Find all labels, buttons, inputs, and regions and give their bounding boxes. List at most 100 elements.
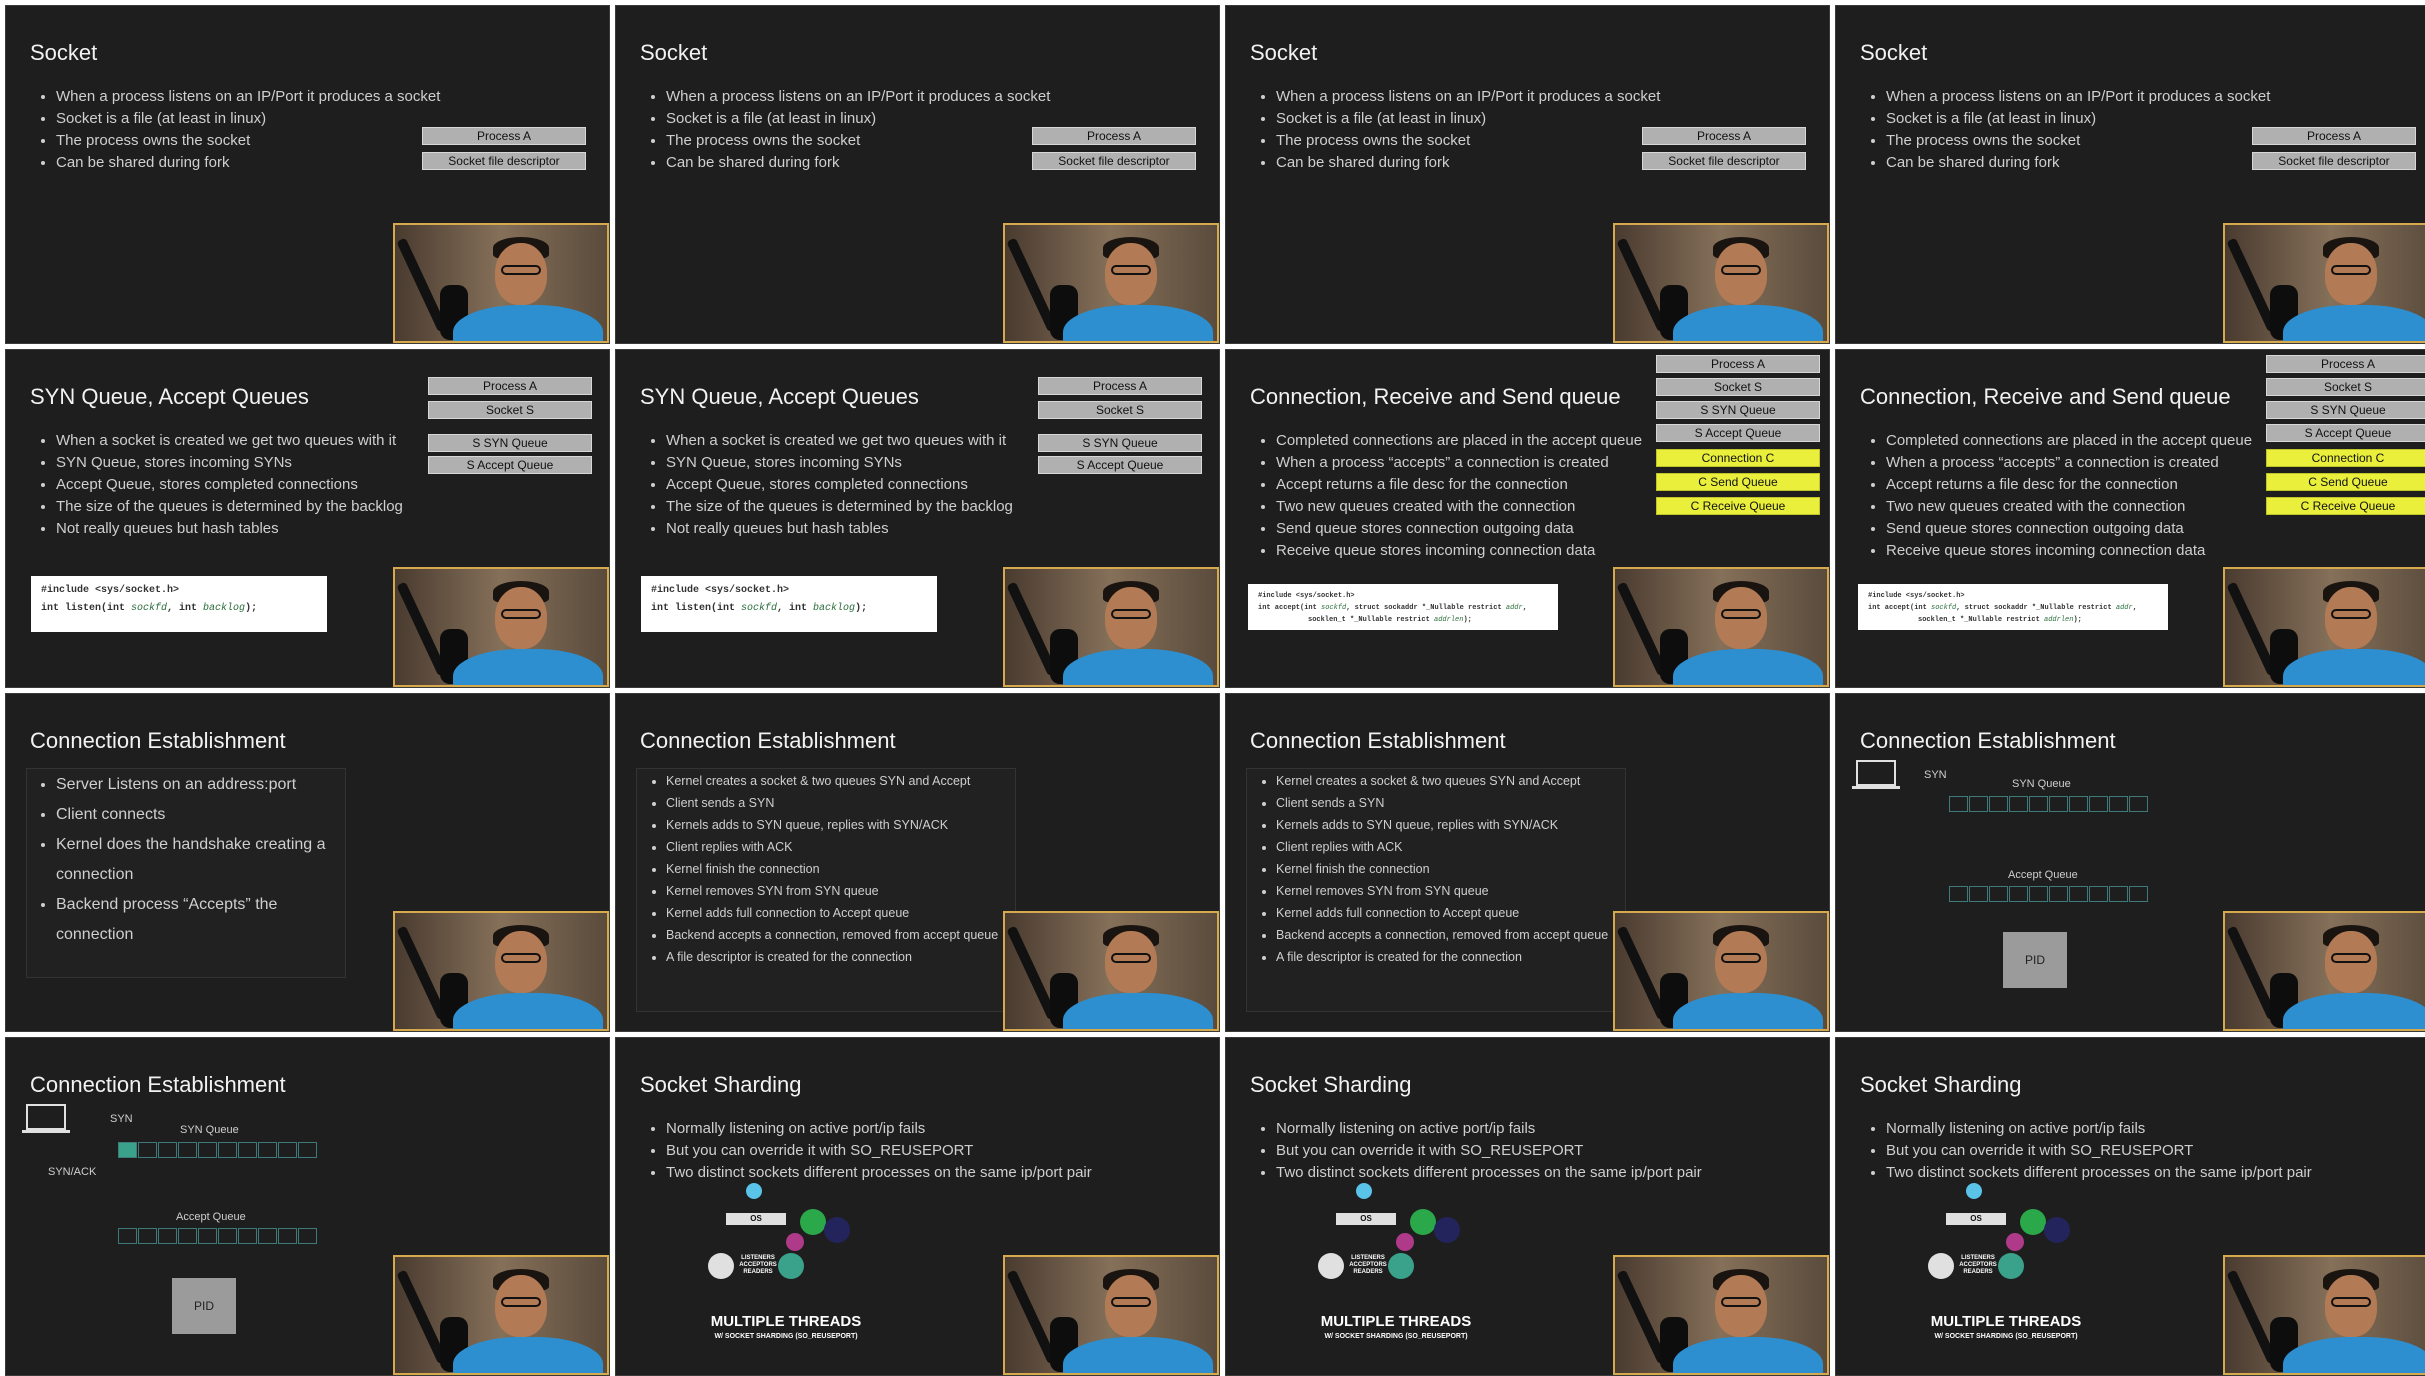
webcam-thumbnail <box>1613 1255 1829 1375</box>
slide-socket-2[interactable]: Socket When a process listens on an IP/P… <box>615 5 1220 344</box>
listeners-label: LISTENERS ACCEPTORS READERS <box>1959 1255 1997 1275</box>
code-type: socklen_t *_Nullable restrict <box>1308 616 1435 624</box>
bullet: Client sends a SYN <box>1276 792 1626 814</box>
bullet: Two distinct sockets different processes… <box>666 1162 1156 1184</box>
slide-conn-est-2[interactable]: Connection Establishment Kernel creates … <box>615 693 1220 1032</box>
slide-sharding-2[interactable]: Socket Sharding Normally listening on ac… <box>1225 1037 1830 1376</box>
bullet: Kernel creates a socket & two queues SYN… <box>666 770 1016 792</box>
slide-conn-est-diagram-1[interactable]: Connection Establishment SYN SYN Queue A… <box>1835 693 2425 1032</box>
syn-queue-box: S SYN Queue <box>428 434 592 452</box>
bullet: Kernels adds to SYN queue, replies with … <box>1276 814 1626 836</box>
bullet-list: When a process listens on an IP/Port it … <box>1866 86 2286 174</box>
bullet-list: Kernel creates a socket & two queues SYN… <box>646 770 1016 968</box>
network-icon <box>824 1217 850 1243</box>
bullet: Kernel finish the connection <box>666 858 1016 880</box>
bullet: Kernel adds full connection to Accept qu… <box>666 902 1016 924</box>
code-sep: , int <box>777 603 814 614</box>
bullet: Kernel removes SYN from SYN queue <box>1276 880 1626 902</box>
bullet-list: Normally listening on active port/ip fai… <box>1256 1118 1766 1184</box>
bullet: Two new queues created with the connecti… <box>1276 496 1696 518</box>
bullet-list: Normally listening on active port/ip fai… <box>1866 1118 2376 1184</box>
socket-fd-box: Socket file descriptor <box>1642 152 1806 170</box>
bullet: Two distinct sockets different processes… <box>1276 1162 1766 1184</box>
code-snippet: #include <sys/socket.h> int accept(int s… <box>1858 584 2168 630</box>
code-end: ); <box>2073 616 2082 624</box>
slide-title: Socket <box>1860 40 1928 65</box>
network-icon <box>2044 1217 2070 1243</box>
bullet: The process owns the socket <box>1886 130 2286 152</box>
process-box: Process A <box>1642 127 1806 145</box>
slide-conn-queue-2[interactable]: Connection, Receive and Send queue Compl… <box>1835 349 2425 688</box>
socket-box: Socket S <box>428 401 592 419</box>
slide-grid: Socket When a process listens on an IP/P… <box>0 0 2425 1376</box>
bullet: Socket is a file (at least in linux) <box>1276 108 1676 130</box>
hex-icon <box>786 1233 804 1251</box>
sharding-illustration: OS LISTENERS ACCEPTORS READERS MULTIPLE … <box>1926 1183 2086 1368</box>
webcam-thumbnail <box>2223 911 2425 1031</box>
code-include: #include <sys/socket.h> <box>1868 592 1965 600</box>
accept-queue <box>118 1228 318 1246</box>
webcam-thumbnail <box>1003 1255 1219 1375</box>
code-sep: , struct sockaddr *_Nullable restrict <box>1346 604 1506 612</box>
code-arg: addrlen <box>2044 616 2074 624</box>
slide-title: Connection Establishment <box>1250 728 1506 753</box>
slide-conn-est-1[interactable]: Connection Establishment Server Listens … <box>5 693 610 1032</box>
slide-conn-est-diagram-2[interactable]: Connection Establishment SYN SYN/ACK SYN… <box>5 1037 610 1376</box>
bullet: Not really queues but hash tables <box>56 518 426 540</box>
slide-title: Connection, Receive and Send queue <box>1250 384 1621 409</box>
process-box: Process A <box>2252 127 2416 145</box>
bullet: Two distinct sockets different processes… <box>1886 1162 2376 1184</box>
slide-syn-queue-1[interactable]: SYN Queue, Accept Queues When a socket i… <box>5 349 610 688</box>
caption-sub: W/ SOCKET SHARDING (SO_REUSEPORT) <box>714 1333 858 1340</box>
bullet: Can be shared during fork <box>1886 152 2286 174</box>
slide-socket-1[interactable]: Socket When a process listens on an IP/P… <box>5 5 610 344</box>
socket-box: Socket S <box>1038 401 1202 419</box>
nginx-icon <box>1410 1209 1436 1235</box>
bullet: Accept Queue, stores completed connectio… <box>666 474 1036 496</box>
socket-fd-box: Socket file descriptor <box>1032 152 1196 170</box>
bullet: Normally listening on active port/ip fai… <box>1886 1118 2376 1140</box>
slide-conn-est-3[interactable]: Connection Establishment Kernel creates … <box>1225 693 1830 1032</box>
socket-fd-box: Socket file descriptor <box>2252 152 2416 170</box>
bullet: Not really queues but hash tables <box>666 518 1036 540</box>
accept-queue-box: S Accept Queue <box>1656 424 1820 442</box>
slide-socket-3[interactable]: Socket When a process listens on an IP/P… <box>1225 5 1830 344</box>
webcam-thumbnail <box>1003 223 1219 343</box>
bullet: Can be shared during fork <box>56 152 456 174</box>
accept-queue <box>1949 886 2149 904</box>
bullet: Client connects <box>56 800 346 830</box>
bullet-list: Completed connections are placed in the … <box>1866 430 2306 562</box>
bullet: Socket is a file (at least in linux) <box>56 108 456 130</box>
slide-conn-queue-1[interactable]: Connection, Receive and Send queue Compl… <box>1225 349 1830 688</box>
process-box: Process A <box>2266 355 2425 373</box>
code-fn: int accept(int <box>1258 604 1322 612</box>
bullet: The process owns the socket <box>1276 130 1676 152</box>
webcam-thumbnail <box>393 567 609 687</box>
pid-box: PID <box>2003 932 2067 988</box>
slide-syn-queue-2[interactable]: SYN Queue, Accept Queues When a socket i… <box>615 349 1220 688</box>
code-arg: addrlen <box>1434 616 1464 624</box>
slide-title: Socket <box>640 40 708 65</box>
bullet: Backend accepts a connection, removed fr… <box>1276 924 1626 946</box>
os-bar: OS <box>1336 1213 1396 1225</box>
caption-sub: W/ SOCKET SHARDING (SO_REUSEPORT) <box>1934 1333 2078 1340</box>
receive-queue-box: C Receive Queue <box>1656 497 1820 515</box>
sharding-illustration: OS LISTENERS ACCEPTORS READERS MULTIPLE … <box>706 1183 866 1368</box>
laptop-base-icon <box>1852 786 1900 789</box>
webcam-thumbnail <box>393 223 609 343</box>
bullet: When a process “accepts” a connection is… <box>1886 452 2306 474</box>
slide-sharding-3[interactable]: Socket Sharding Normally listening on ac… <box>1835 1037 2425 1376</box>
syn-ack-label: SYN/ACK <box>48 1166 97 1178</box>
slide-sharding-1[interactable]: Socket Sharding Normally listening on ac… <box>615 1037 1220 1376</box>
slide-title: SYN Queue, Accept Queues <box>30 384 309 409</box>
code-sep: , <box>1522 604 1527 612</box>
caption-main: MULTIPLE THREADS <box>1930 1313 2082 1330</box>
slide-title: Connection Establishment <box>640 728 896 753</box>
code-snippet: #include <sys/socket.h> int accept(int s… <box>1248 584 1558 630</box>
slide-socket-4[interactable]: Socket When a process listens on an IP/P… <box>1835 5 2425 344</box>
code-end: ); <box>245 603 258 614</box>
laptop-icon <box>1856 760 1896 786</box>
bullet: Socket is a file (at least in linux) <box>666 108 1066 130</box>
bullet: Client replies with ACK <box>666 836 1016 858</box>
syn-queue-box: S SYN Queue <box>2266 401 2425 419</box>
